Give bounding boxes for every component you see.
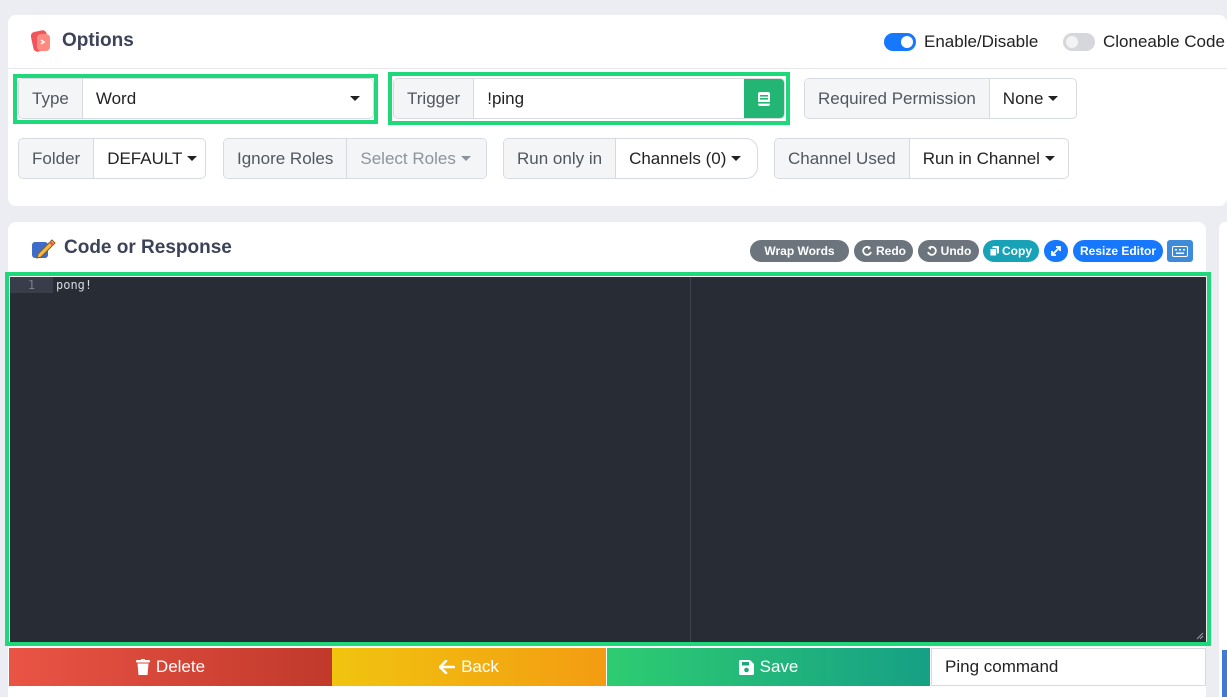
chevron-down-icon <box>460 156 471 161</box>
code-title: Code or Response <box>64 237 232 258</box>
trash-icon <box>135 659 150 675</box>
copy-label: Copy <box>1002 244 1032 258</box>
cloneable-toggle[interactable]: Cloneable Code <box>1063 32 1225 52</box>
copy-button[interactable]: Copy <box>983 240 1039 262</box>
wrap-words-label: Wrap Words <box>764 244 835 258</box>
run-only-in-select[interactable]: Run only in Channels (0) <box>503 138 758 179</box>
required-permission-value: None <box>1002 88 1044 108</box>
enable-switch[interactable] <box>884 33 916 51</box>
save-label: Save <box>759 657 799 676</box>
run-only-in-value-box[interactable]: Channels (0) <box>616 139 757 178</box>
undo-button[interactable]: Undo <box>918 240 979 262</box>
channel-used-value: Run in Channel <box>922 148 1040 168</box>
code-header: Code or Response <box>30 236 232 260</box>
delete-label: Delete <box>155 657 206 676</box>
required-permission-label: Required Permission <box>805 79 990 118</box>
back-button[interactable]: Back <box>332 648 606 686</box>
undo-label: Undo <box>940 244 972 258</box>
description-input[interactable]: Ping command <box>931 648 1206 686</box>
ignore-roles-label: Ignore Roles <box>224 139 348 178</box>
options-title: Options <box>62 30 134 51</box>
folder-label: Folder <box>19 139 95 178</box>
keyboard-button[interactable] <box>1167 240 1193 262</box>
redo-label: Redo <box>876 244 906 258</box>
copy-icon <box>990 246 999 257</box>
required-permission-value-box[interactable]: None <box>990 79 1076 118</box>
cloneable-label: Cloneable Code <box>1103 32 1225 51</box>
ignore-roles-value: Select Roles <box>360 148 456 168</box>
undo-icon <box>926 245 937 256</box>
channel-used-label: Channel Used <box>775 139 910 178</box>
redo-button[interactable]: Redo <box>854 240 913 262</box>
back-label: Back <box>461 657 499 676</box>
folder-value-box[interactable]: DEFAULT <box>94 139 205 178</box>
trigger-highlight <box>388 72 790 125</box>
fullscreen-button[interactable] <box>1044 240 1068 262</box>
cloneable-switch[interactable] <box>1063 33 1095 51</box>
pencil-icon <box>32 239 56 259</box>
wrap-words-button[interactable]: Wrap Words <box>750 240 849 262</box>
required-permission-select[interactable]: Required Permission None <box>804 78 1077 119</box>
divider <box>8 68 1227 69</box>
expand-icon <box>1051 246 1061 256</box>
arrow-left-icon <box>439 660 456 674</box>
type-highlight <box>13 74 378 124</box>
ignore-roles-value-box[interactable]: Select Roles <box>347 139 486 178</box>
enable-label: Enable/Disable <box>924 32 1039 51</box>
save-icon <box>738 659 754 675</box>
folder-select[interactable]: Folder DEFAULT <box>18 138 206 179</box>
channel-used-value-box[interactable]: Run in Channel <box>910 139 1068 178</box>
chevron-down-icon <box>731 156 742 161</box>
chevron-down-icon <box>1044 156 1055 161</box>
run-only-in-value: Channels (0) <box>629 148 727 168</box>
chevron-down-icon <box>1048 96 1059 101</box>
options-icon <box>30 30 50 52</box>
resize-editor-button[interactable]: Resize Editor <box>1073 240 1163 262</box>
save-button[interactable]: Save <box>607 648 930 686</box>
options-header: Options <box>30 28 134 54</box>
delete-button[interactable]: Delete <box>9 648 332 686</box>
enable-toggle[interactable]: Enable/Disable <box>884 32 1038 52</box>
chevron-down-icon <box>187 156 198 161</box>
ignore-roles-select[interactable]: Ignore Roles Select Roles <box>223 138 487 179</box>
folder-value: DEFAULT <box>107 148 183 168</box>
resize-editor-label: Resize Editor <box>1079 244 1157 258</box>
run-only-in-label: Run only in <box>504 139 617 178</box>
redo-icon <box>862 245 872 256</box>
channel-used-select[interactable]: Channel Used Run in Channel <box>774 138 1069 179</box>
right-panel-edge <box>1219 222 1227 697</box>
keyboard-icon <box>1172 245 1188 257</box>
editor-highlight <box>5 272 1211 646</box>
